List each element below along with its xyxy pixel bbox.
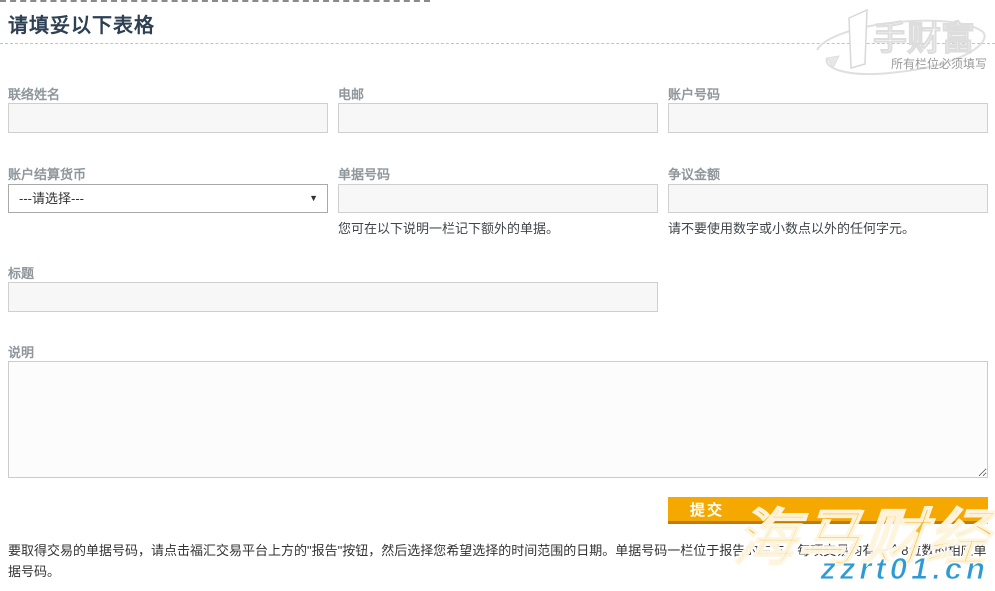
submit-button[interactable]: 提交 [668, 497, 988, 524]
title-dashed-divider [0, 43, 995, 44]
description-label: 说明 [8, 342, 34, 361]
required-fields-note: 所有栏位必须填写 [891, 55, 987, 72]
dispute-amount-input[interactable] [668, 184, 988, 213]
description-textarea[interactable] [8, 361, 988, 478]
account-number-label: 账户号码 [668, 84, 720, 103]
currency-select[interactable]: ---请选择--- [8, 184, 328, 213]
contact-name-input[interactable] [8, 103, 328, 133]
logo-text: 手财富 [873, 19, 975, 58]
ticket-help-text: 您可在以下说明一栏记下额外的单据。 [338, 218, 559, 237]
ticket-number-label: 单据号码 [338, 164, 390, 183]
email-label: 电邮 [338, 84, 364, 103]
currency-select-wrap: ---请选择--- ▼ [8, 184, 328, 213]
email-input[interactable] [338, 103, 658, 133]
ticket-instructions-text: 要取得交易的单据号码，请点击福汇交易平台上方的"报告"按钮，然后选择您希望选择的… [8, 540, 989, 582]
dispute-form-page: 请填妥以下表格 手财富 所有栏位必须填写 联络姓名 电邮 账户号码 账户结算货币… [0, 0, 995, 591]
subject-label: 标题 [8, 263, 34, 282]
contact-name-label: 联络姓名 [8, 84, 60, 103]
dispute-amount-label: 争议金额 [668, 164, 720, 183]
amount-help-text: 请不要使用数字或小数点以外的任何字元。 [668, 218, 915, 237]
subject-input[interactable] [8, 282, 658, 312]
account-number-input[interactable] [668, 103, 988, 133]
currency-label: 账户结算货币 [8, 164, 86, 183]
top-dashed-divider [0, 0, 430, 2]
ticket-number-input[interactable] [338, 184, 658, 213]
page-title: 请填妥以下表格 [8, 9, 155, 38]
